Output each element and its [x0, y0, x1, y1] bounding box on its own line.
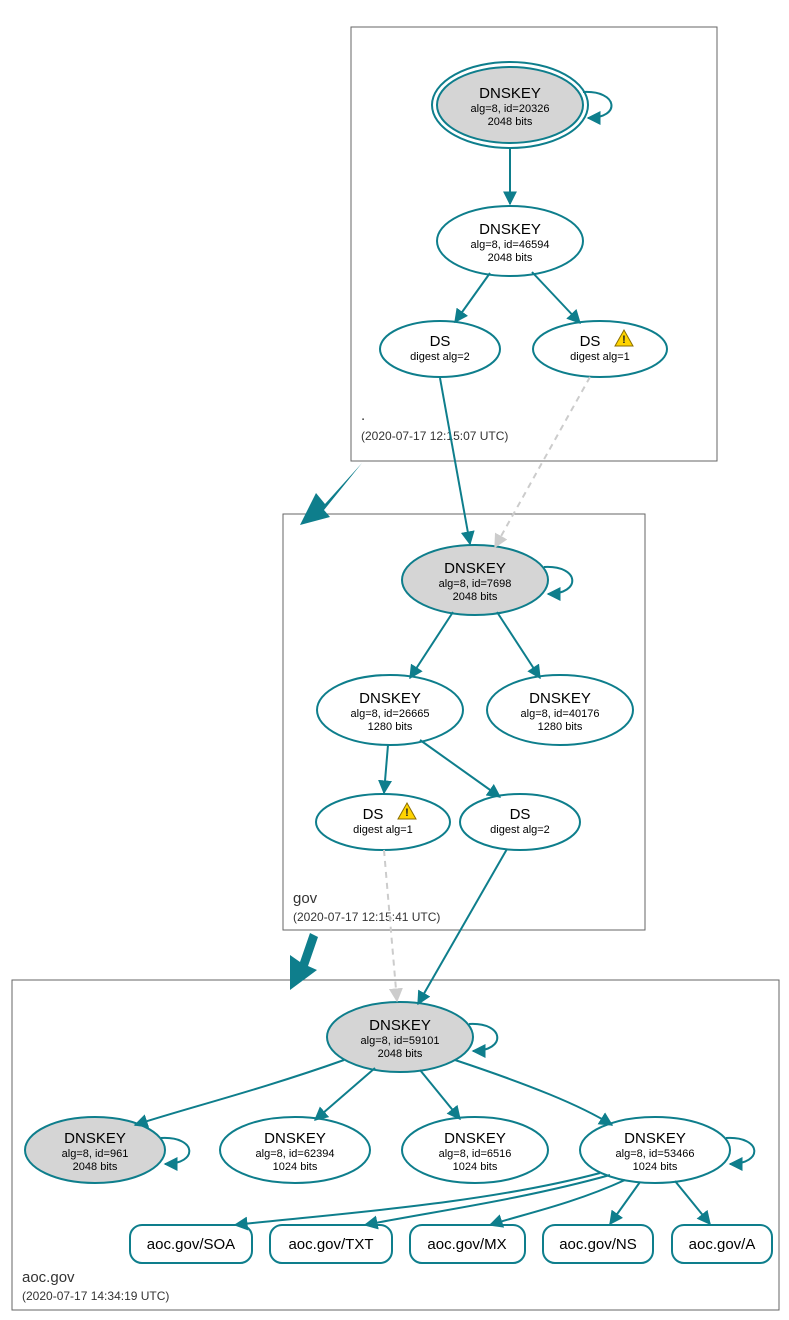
- edge-aocksk-53466: [455, 1060, 612, 1125]
- node-dnskey-root-zsk: DNSKEY alg=8, id=46594 2048 bits: [437, 206, 583, 276]
- node-dnskey-aoc-6516: DNSKEY alg=8, id=6516 1024 bits: [402, 1117, 548, 1183]
- edge-53466-a: [675, 1181, 710, 1224]
- edge-53466-ns: [610, 1182, 640, 1224]
- svg-text:alg=8, id=62394: alg=8, id=62394: [256, 1148, 335, 1160]
- svg-text:1280 bits: 1280 bits: [538, 721, 583, 733]
- svg-text:alg=8, id=20326: alg=8, id=20326: [471, 103, 550, 115]
- svg-text:alg=8, id=53466: alg=8, id=53466: [616, 1148, 695, 1160]
- svg-text:!: !: [405, 807, 409, 819]
- svg-text:alg=8, id=40176: alg=8, id=40176: [521, 708, 600, 720]
- svg-text:alg=8, id=7698: alg=8, id=7698: [439, 578, 512, 590]
- node-dnskey-aoc-62394: DNSKEY alg=8, id=62394 1024 bits: [220, 1117, 370, 1183]
- svg-text:DNSKEY: DNSKEY: [529, 690, 591, 707]
- node-dnskey-aoc-ksk: DNSKEY alg=8, id=59101 2048 bits: [327, 1002, 473, 1072]
- svg-text:DS: DS: [510, 806, 531, 823]
- svg-text:DS: DS: [580, 333, 601, 350]
- edge-zska-ds1: [384, 745, 388, 793]
- zone-arrow-root-to-gov: [300, 463, 362, 525]
- svg-text:DNSKEY: DNSKEY: [64, 1130, 126, 1147]
- svg-text:digest alg=2: digest alg=2: [410, 351, 470, 363]
- zone-label-gov: gov: [293, 890, 318, 907]
- svg-text:DNSKEY: DNSKEY: [624, 1130, 686, 1147]
- svg-text:2048 bits: 2048 bits: [73, 1161, 118, 1173]
- zone-arrow-gov-to-aoc: [290, 933, 318, 990]
- svg-text:alg=8, id=46594: alg=8, id=46594: [471, 239, 550, 251]
- rrset-ns: aoc.gov/NS: [543, 1225, 653, 1263]
- edge-govds1-aocksk-dashed: [384, 850, 397, 1001]
- svg-text:2048 bits: 2048 bits: [378, 1048, 423, 1060]
- edge-zska-ds2: [420, 740, 500, 797]
- svg-text:1024 bits: 1024 bits: [273, 1161, 318, 1173]
- svg-text:digest alg=1: digest alg=1: [353, 824, 413, 836]
- svg-text:DNSKEY: DNSKEY: [444, 560, 506, 577]
- svg-text:!: !: [622, 334, 626, 346]
- svg-text:1280 bits: 1280 bits: [368, 721, 413, 733]
- svg-text:digest alg=1: digest alg=1: [570, 351, 630, 363]
- svg-text:DNSKEY: DNSKEY: [479, 85, 541, 102]
- node-dnskey-root-ksk: DNSKEY alg=8, id=20326 2048 bits: [432, 62, 588, 148]
- edge-govksk-zskb: [497, 612, 540, 678]
- node-ds-gov-alg2: DS digest alg=2: [460, 794, 580, 850]
- svg-text:1024 bits: 1024 bits: [633, 1161, 678, 1173]
- rrset-soa: aoc.gov/SOA: [130, 1225, 252, 1263]
- svg-text:alg=8, id=6516: alg=8, id=6516: [439, 1148, 512, 1160]
- edge-rootzsk-ds1: [532, 272, 580, 323]
- svg-text:alg=8, id=26665: alg=8, id=26665: [351, 708, 430, 720]
- svg-text:DNSKEY: DNSKEY: [369, 1017, 431, 1034]
- svg-text:DS: DS: [430, 333, 451, 350]
- edge-aocksk-961: [135, 1060, 344, 1125]
- edge-govksk-zska: [410, 612, 453, 678]
- node-dnskey-gov-ksk: DNSKEY alg=8, id=7698 2048 bits: [402, 545, 548, 615]
- edge-aocksk-6516: [420, 1070, 460, 1119]
- svg-text:aoc.gov/A: aoc.gov/A: [689, 1236, 756, 1253]
- node-dnskey-gov-zsk-26665: DNSKEY alg=8, id=26665 1280 bits: [317, 675, 463, 745]
- node-ds-root-alg2: DS digest alg=2: [380, 321, 500, 377]
- svg-text:alg=8, id=961: alg=8, id=961: [62, 1148, 129, 1160]
- edge-53466-mx: [490, 1180, 625, 1225]
- svg-text:alg=8, id=59101: alg=8, id=59101: [361, 1035, 440, 1047]
- edge-govds2-aocksk: [418, 849, 507, 1004]
- node-dnskey-aoc-961: DNSKEY alg=8, id=961 2048 bits: [25, 1117, 165, 1183]
- svg-text:1024 bits: 1024 bits: [453, 1161, 498, 1173]
- node-ds-gov-alg1: DS digest alg=1 !: [316, 794, 450, 850]
- svg-text:2048 bits: 2048 bits: [488, 252, 533, 264]
- svg-text:DNSKEY: DNSKEY: [359, 690, 421, 707]
- svg-text:DNSKEY: DNSKEY: [264, 1130, 326, 1147]
- dnssec-chain-diagram: . (2020-07-17 12:15:07 UTC) DNSKEY alg=8…: [0, 0, 789, 1320]
- edge-rootzsk-ds2: [455, 273, 490, 322]
- zone-ts-aocgov: (2020-07-17 14:34:19 UTC): [22, 1289, 169, 1303]
- zone-label-root: .: [361, 407, 365, 424]
- zone-ts-root: (2020-07-17 12:15:07 UTC): [361, 429, 508, 443]
- rrset-a: aoc.gov/A: [672, 1225, 772, 1263]
- node-dnskey-aoc-53466: DNSKEY alg=8, id=53466 1024 bits: [580, 1117, 730, 1183]
- svg-text:DNSKEY: DNSKEY: [444, 1130, 506, 1147]
- svg-text:aoc.gov/TXT: aoc.gov/TXT: [288, 1236, 373, 1253]
- zone-ts-gov: (2020-07-17 12:15:41 UTC): [293, 910, 440, 924]
- zone-label-aocgov: aoc.gov: [22, 1269, 75, 1286]
- svg-text:2048 bits: 2048 bits: [453, 591, 498, 603]
- svg-text:DNSKEY: DNSKEY: [479, 221, 541, 238]
- svg-text:DS: DS: [363, 806, 384, 823]
- svg-text:aoc.gov/SOA: aoc.gov/SOA: [147, 1236, 235, 1253]
- edge-aocksk-62394: [315, 1068, 375, 1120]
- node-dnskey-gov-zsk-40176: DNSKEY alg=8, id=40176 1280 bits: [487, 675, 633, 745]
- edge-ds1-govksk-dashed: [495, 377, 590, 547]
- rrset-mx: aoc.gov/MX: [410, 1225, 525, 1263]
- svg-text:digest alg=2: digest alg=2: [490, 824, 550, 836]
- svg-text:aoc.gov/MX: aoc.gov/MX: [427, 1236, 506, 1253]
- svg-text:aoc.gov/NS: aoc.gov/NS: [559, 1236, 637, 1253]
- svg-text:2048 bits: 2048 bits: [488, 116, 533, 128]
- node-ds-root-alg1: DS digest alg=1 !: [533, 321, 667, 377]
- rrset-txt: aoc.gov/TXT: [270, 1225, 392, 1263]
